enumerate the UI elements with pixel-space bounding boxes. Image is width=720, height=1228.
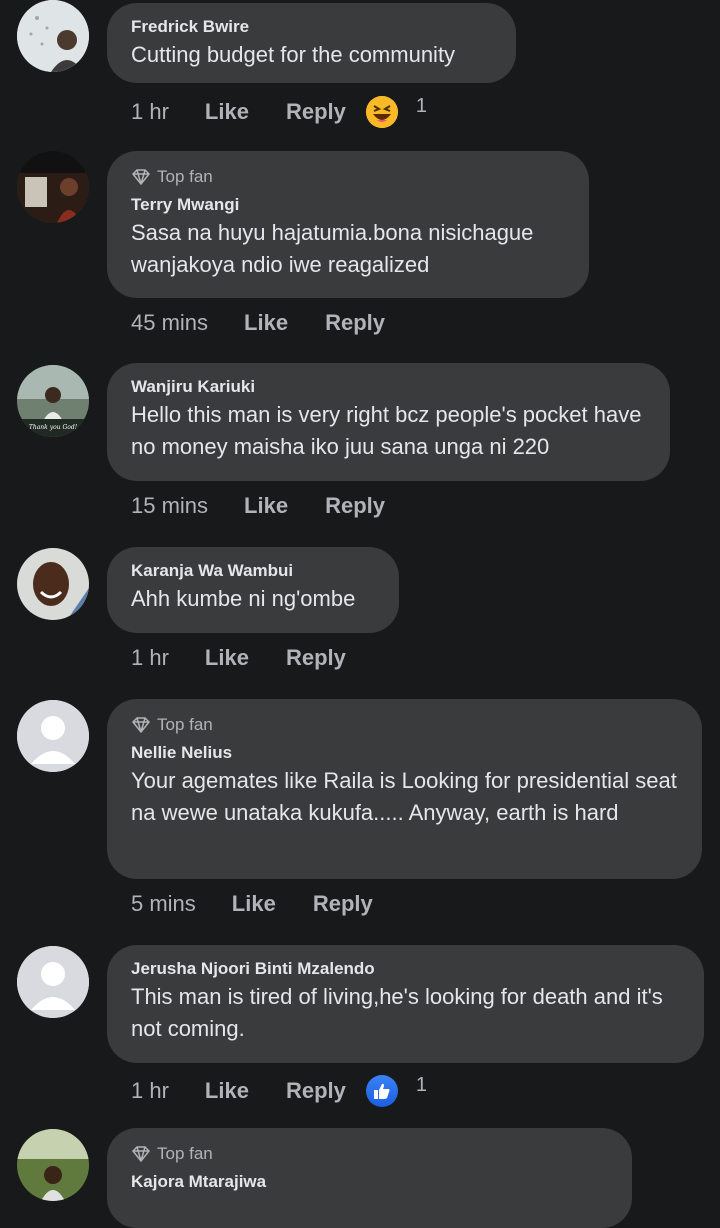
thumbs-up-icon xyxy=(365,1075,398,1107)
avatar[interactable] xyxy=(17,1129,89,1201)
avatar[interactable] xyxy=(17,0,89,72)
commenter-name[interactable]: Jerusha Njoori Binti Mzalendo xyxy=(131,959,680,979)
diamond-icon xyxy=(131,1146,151,1162)
avatar[interactable] xyxy=(17,548,89,620)
comment-bubble: Fredrick Bwire Cutting budget for the co… xyxy=(107,3,516,83)
comment-timestamp[interactable]: 1 hr xyxy=(131,1078,169,1104)
commenter-name[interactable]: Kajora Mtarajiwa xyxy=(131,1172,608,1192)
commenter-name[interactable]: Nellie Nelius xyxy=(131,743,678,763)
reaction-summary[interactable]: 1 xyxy=(365,94,427,128)
reply-button[interactable]: Reply xyxy=(286,99,346,125)
comment-bubble: Top fan Terry Mwangi Sasa na huyu hajatu… xyxy=(107,151,589,298)
diamond-icon xyxy=(131,717,151,733)
like-button[interactable]: Like xyxy=(205,99,249,125)
haha-reaction-icon xyxy=(365,96,398,128)
top-fan-badge: Top fan xyxy=(131,167,565,187)
like-button[interactable]: Like xyxy=(244,493,288,519)
comment-bubble: Wanjiru Kariuki Hello this man is very r… xyxy=(107,363,670,481)
comment-actions: 1 hr Like Reply xyxy=(131,645,346,671)
badge-label: Top fan xyxy=(157,167,213,186)
comment-text: Your agemates like Raila is Looking for … xyxy=(131,768,677,825)
comment-text: Cutting budget for the community xyxy=(131,42,456,67)
comment-actions: 45 mins Like Reply xyxy=(131,310,385,336)
reaction-summary[interactable]: 1 xyxy=(365,1073,427,1107)
like-button[interactable]: Like xyxy=(205,645,249,671)
comment-bubble: Jerusha Njoori Binti Mzalendo This man i… xyxy=(107,945,704,1063)
commenter-name[interactable]: Karanja Wa Wambui xyxy=(131,561,375,581)
reaction-count: 1 xyxy=(415,94,427,117)
comment-timestamp[interactable]: 1 hr xyxy=(131,99,169,125)
default-avatar-icon[interactable] xyxy=(17,946,89,1018)
reply-button[interactable]: Reply xyxy=(325,493,385,519)
reaction-count: 1 xyxy=(415,1073,427,1096)
comment-actions: 1 hr Like Reply 1 xyxy=(131,1073,427,1107)
comment-bubble: Top fan Nellie Nelius Your agemates like… xyxy=(107,699,702,879)
comment-text: Ahh kumbe ni ng'ombe xyxy=(131,586,356,611)
comment-timestamp[interactable]: 45 mins xyxy=(131,310,208,336)
default-avatar-icon[interactable] xyxy=(17,700,89,772)
commenter-name[interactable]: Wanjiru Kariuki xyxy=(131,377,646,397)
commenter-name[interactable]: Terry Mwangi xyxy=(131,195,565,215)
like-button[interactable]: Like xyxy=(232,891,276,917)
comment-bubble: Karanja Wa Wambui Ahh kumbe ni ng'ombe xyxy=(107,547,399,633)
comment-actions: 1 hr Like Reply 1 xyxy=(131,94,427,128)
comment-text: This man is tired of living,he's looking… xyxy=(131,984,663,1041)
avatar[interactable]: Thank you God! xyxy=(17,365,89,437)
comment-text: Sasa na huyu hajatumia.bona nisichague w… xyxy=(131,220,534,277)
comment-bubble: Top fan Kajora Mtarajiwa xyxy=(107,1128,632,1228)
reply-button[interactable]: Reply xyxy=(286,1078,346,1104)
reply-button[interactable]: Reply xyxy=(325,310,385,336)
commenter-name[interactable]: Fredrick Bwire xyxy=(131,17,492,37)
comment-timestamp[interactable]: 1 hr xyxy=(131,645,169,671)
badge-label: Top fan xyxy=(157,715,213,734)
avatar-caption: Thank you God! xyxy=(29,424,78,431)
like-button[interactable]: Like xyxy=(244,310,288,336)
like-button[interactable]: Like xyxy=(205,1078,249,1104)
comment-timestamp[interactable]: 15 mins xyxy=(131,493,208,519)
top-fan-badge: Top fan xyxy=(131,1144,608,1164)
diamond-icon xyxy=(131,169,151,185)
comment-actions: 15 mins Like Reply xyxy=(131,493,385,519)
avatar[interactable] xyxy=(17,151,89,223)
comment-text: Hello this man is very right bcz people'… xyxy=(131,402,642,459)
badge-label: Top fan xyxy=(157,1144,213,1163)
top-fan-badge: Top fan xyxy=(131,715,678,735)
reply-button[interactable]: Reply xyxy=(313,891,373,917)
reply-button[interactable]: Reply xyxy=(286,645,346,671)
comment-actions: 5 mins Like Reply xyxy=(131,891,373,917)
comment-timestamp[interactable]: 5 mins xyxy=(131,891,196,917)
